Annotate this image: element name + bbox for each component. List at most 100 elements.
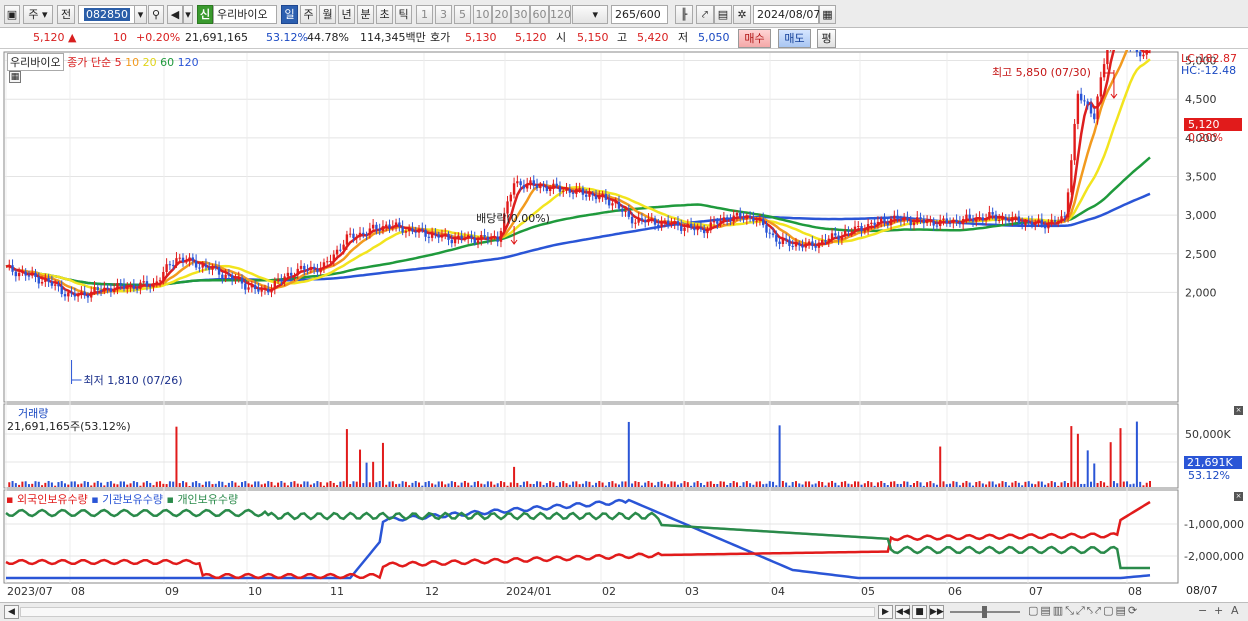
- price-legend: 우리바이오 종가 단순 5 10 20 60 120: [7, 53, 199, 71]
- speaker-dropdown-icon[interactable]: ▾: [183, 5, 193, 24]
- volume-bar: [339, 481, 342, 487]
- candle-type-icon[interactable]: ╟: [675, 5, 693, 24]
- candle-body: [391, 226, 394, 229]
- volume-bar: [293, 481, 296, 487]
- candle-body: [80, 291, 83, 295]
- x-axis-label: 2023/07: [7, 585, 53, 598]
- interval-1[interactable]: 1: [416, 5, 433, 24]
- period-tab-month[interactable]: 월: [319, 5, 336, 24]
- volume-bar: [460, 482, 463, 487]
- zoom-out-button[interactable]: −: [1198, 604, 1207, 617]
- interval-120[interactable]: 120: [549, 5, 571, 24]
- volume-bar: [867, 481, 870, 487]
- horizontal-scrollbar[interactable]: [20, 607, 875, 617]
- candle-body: [253, 284, 257, 290]
- buy-button[interactable]: 매수: [738, 29, 771, 48]
- stock-name-legend[interactable]: 우리바이오: [7, 53, 64, 71]
- volume-bar: [568, 484, 571, 487]
- sell-button[interactable]: 매도: [778, 29, 811, 48]
- interval-30[interactable]: 30: [511, 5, 530, 24]
- candle-body: [643, 219, 647, 223]
- scroll-left-icon[interactable]: ◀: [4, 605, 19, 619]
- volume-bar: [1008, 485, 1011, 487]
- interval-20[interactable]: 20: [492, 5, 511, 24]
- volume-ratio: 53.12%: [266, 31, 308, 44]
- settings-gear-icon[interactable]: ✲: [733, 5, 751, 24]
- interval-60[interactable]: 60: [530, 5, 549, 24]
- zoom-slider-handle[interactable]: [982, 606, 987, 618]
- x-axis-label: 2024/01: [506, 585, 552, 598]
- candle-body: [434, 233, 437, 235]
- drawing-tools-icon[interactable]: ▢▤▥⤡⤢⤣⤤▢▤⟳: [1028, 604, 1139, 618]
- search-icon[interactable]: ⚲: [148, 5, 164, 24]
- zoom-in-button[interactable]: +: [1214, 604, 1223, 617]
- period-tab-year[interactable]: 년: [338, 5, 355, 24]
- speaker-icon[interactable]: ◀: [167, 5, 183, 24]
- candle-body: [244, 283, 247, 290]
- candle-body: [162, 271, 165, 281]
- holdings-close-icon[interactable]: ×: [1234, 492, 1243, 501]
- period-tab-day[interactable]: 일: [281, 5, 298, 24]
- code-dropdown-icon[interactable]: ▾: [134, 5, 147, 24]
- candle-body: [696, 227, 699, 231]
- period-tab-minute[interactable]: 분: [357, 5, 374, 24]
- period-tab-tick[interactable]: 틱: [395, 5, 412, 24]
- interval-10[interactable]: 10: [473, 5, 492, 24]
- volume-bar: [1024, 481, 1027, 487]
- volume-bar: [775, 485, 778, 487]
- window-menu-icon[interactable]: ▣: [4, 5, 20, 24]
- table-toggle-icon[interactable]: ▦: [9, 71, 21, 83]
- volume-bar: [558, 482, 561, 487]
- volume-bar: [1060, 482, 1063, 487]
- volume-bar: [155, 481, 158, 487]
- volume-bar: [14, 483, 17, 487]
- candle-body: [601, 194, 604, 197]
- candle-body: [1102, 64, 1106, 78]
- volume-bar: [876, 482, 879, 487]
- volume-bar: [1145, 482, 1148, 487]
- scroll-right-button[interactable]: ▶: [878, 605, 893, 619]
- interval-5[interactable]: 5: [454, 5, 471, 24]
- volume-bar: [503, 482, 506, 487]
- count-field[interactable]: 265/600: [611, 5, 668, 24]
- period-tab-week[interactable]: 주: [300, 5, 317, 24]
- candle-body: [1050, 219, 1053, 224]
- volume-bar: [388, 481, 391, 487]
- volume-bar: [198, 483, 201, 487]
- open-price: 5,150: [577, 31, 609, 44]
- volume-close-icon[interactable]: ×: [1234, 406, 1243, 415]
- draw-tool-icon[interactable]: ⤤: [696, 5, 714, 24]
- volume-bar: [1089, 481, 1092, 487]
- candle-body: [444, 233, 447, 236]
- volume-bar: [975, 482, 978, 487]
- volume-bar: [283, 482, 286, 487]
- stop-button[interactable]: ■: [912, 605, 927, 619]
- volume-bar: [434, 484, 437, 487]
- volume-bar: [595, 482, 598, 487]
- prev-button[interactable]: 전: [57, 5, 75, 24]
- candle-body: [994, 214, 998, 221]
- first-page-button[interactable]: ◀◀: [895, 605, 910, 619]
- calendar-icon[interactable]: ▦: [819, 5, 836, 24]
- volume-bar: [119, 481, 122, 487]
- interval-3[interactable]: 3: [435, 5, 452, 24]
- save-icon[interactable]: ▤: [714, 5, 732, 24]
- date-field[interactable]: 2024/08/07: [753, 5, 820, 24]
- candle-body: [922, 219, 926, 224]
- interval-dropdown[interactable]: ▾: [572, 5, 608, 24]
- market-select[interactable]: 주 ▾: [23, 5, 53, 24]
- x-axis-label: 11: [330, 585, 344, 598]
- high-price: 5,420: [637, 31, 669, 44]
- last-page-button[interactable]: ▶▶: [929, 605, 944, 619]
- period-tab-second[interactable]: 초: [376, 5, 393, 24]
- candle-body: [1135, 47, 1139, 52]
- volume-bar: [588, 481, 591, 487]
- stock-code-input[interactable]: 082850: [78, 5, 136, 24]
- evaluate-button[interactable]: 평: [817, 29, 836, 48]
- volume-bar: [798, 483, 801, 487]
- stock-chart[interactable]: 5,5005,0004,5004,0003,5003,0002,5002,000…: [0, 16, 1248, 602]
- auto-scale-button[interactable]: A: [1231, 604, 1239, 617]
- volume-bar: [735, 482, 738, 487]
- candle-body: [486, 236, 490, 240]
- legend-foreign: ▪ 외국인보유수량: [6, 493, 88, 506]
